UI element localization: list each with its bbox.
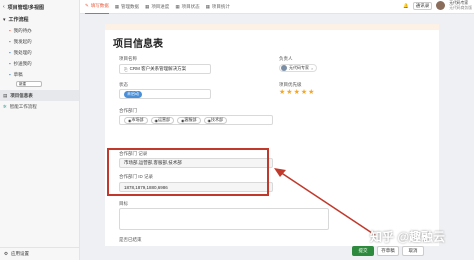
gear-icon: ⚙ — [4, 251, 9, 256]
add-button[interactable]: 新建 — [16, 81, 42, 87]
section-title: 工作流程 — [8, 17, 29, 23]
grid-icon: ▦ — [205, 3, 210, 9]
link-icon: ⎘ — [124, 66, 128, 72]
draft-icon: ▪ — [9, 72, 11, 77]
status-select[interactable]: 未启动 — [119, 89, 211, 99]
inbox-icon: ▪ — [9, 28, 11, 33]
app-title: 项目管理/多视图 — [7, 4, 45, 11]
status-label: 状态 — [119, 82, 128, 87]
tab-manage-data[interactable]: ▦ 管理数据 — [115, 4, 139, 10]
annotation-arrow — [274, 168, 376, 236]
card-header-strip — [105, 24, 439, 30]
workflow-icon: ✲ — [3, 103, 7, 109]
dept-tag: ◉ 市场部 — [124, 116, 148, 124]
form-actions: 提交 存草稿 取消 — [352, 246, 424, 256]
owner-chip[interactable]: 无代码专家 × — [279, 64, 318, 72]
bell-icon[interactable]: 🔔 — [403, 3, 409, 9]
sidebar-item-handled[interactable]: ▪ 我处理的 — [0, 47, 79, 58]
user-plan: 无代码商务版 — [449, 5, 472, 10]
dept-tag: ◉ 客服部 — [177, 116, 201, 124]
user-info: 无代码专家 无代码商务版 — [449, 1, 472, 10]
sidebar: ‹ 项目管理/多视图 ▾ 工作流程 ▪ 我的待办 ▪ 我发起的 ▪ 我处理的 ▪ 抄送我… — [0, 0, 80, 260]
send-icon: ▪ — [9, 39, 11, 44]
dept-select[interactable]: ◉ 市场部 ◉ 运营部 ◉ 客服部 ◉ 技术部 — [119, 115, 273, 125]
check-icon: ▪ — [9, 50, 11, 55]
star-icon[interactable]: ★ — [301, 88, 307, 96]
cancel-button[interactable]: 取消 — [402, 246, 424, 256]
tab-fill-data[interactable]: ✎ 填写数据 — [85, 0, 109, 14]
tab-progress[interactable]: ▦ 项目进度 — [145, 4, 169, 10]
edit-icon: ✎ — [85, 3, 89, 8]
star-icon[interactable]: ★ — [279, 88, 285, 96]
back-icon[interactable]: ‹ — [3, 4, 5, 10]
star-icon[interactable]: ★ — [286, 88, 292, 96]
sidebar-header: ‹ 项目管理/多视图 — [0, 0, 79, 14]
app-settings[interactable]: ⚙ 应用设置 — [0, 247, 80, 260]
grid-icon: ▦ — [175, 3, 180, 9]
sidebar-item-draft[interactable]: ▪ 草稿 — [0, 69, 79, 80]
table-icon: ▤ — [3, 92, 8, 98]
grid-icon: ▦ — [145, 3, 150, 9]
page-title: 项目信息表 — [113, 39, 163, 50]
avatar[interactable] — [436, 1, 446, 10]
sidebar-item-todo[interactable]: ▪ 我的待办 — [0, 25, 79, 36]
owner-label: 负责人 — [279, 56, 293, 61]
ended-label: 是否已结束 — [119, 237, 142, 242]
topbar: ✎ 填写数据 ▦ 管理数据 ▦ 项目进度 ▦ 项目状态 ▦ 项目统计 🔔 通讯录 无代码专… — [80, 0, 474, 14]
project-name-label: 项目名称 — [119, 56, 137, 61]
workflow-section[interactable]: ▾ 工作流程 — [0, 14, 79, 25]
watermark: 知乎 @趣融云 — [370, 230, 446, 244]
sidebar-item-cc[interactable]: ▪ 抄送我的 — [0, 58, 79, 69]
topbar-right: 🔔 通讯录 无代码专家 无代码商务版 — [403, 1, 472, 10]
dept-label: 合作部门 — [119, 108, 137, 113]
submit-button[interactable]: 提交 — [352, 246, 374, 256]
sidebar-item-smart-workflow[interactable]: ✲ 智能工作流程 — [0, 101, 79, 112]
close-icon[interactable]: × — [311, 66, 313, 71]
priority-rating[interactable]: ★ ★ ★ ★ ★ — [279, 88, 314, 96]
avatar — [281, 65, 287, 71]
sidebar-item-project-table[interactable]: ▤ 项目信息表 — [0, 90, 79, 101]
status-badge: 未启动 — [124, 90, 142, 98]
goal-label: 目标 — [119, 201, 128, 206]
star-icon[interactable]: ★ — [294, 88, 300, 96]
sidebar-item-initiated[interactable]: ▪ 我发起的 — [0, 36, 79, 47]
cc-icon: ▪ — [9, 61, 11, 66]
save-draft-button[interactable]: 存草稿 — [377, 246, 399, 256]
highlight-box — [107, 148, 269, 196]
chevron-down-icon: ▾ — [3, 16, 6, 23]
contacts-button[interactable]: 通讯录 — [412, 1, 433, 10]
star-icon[interactable]: ★ — [308, 88, 314, 96]
project-name-field[interactable]: ⎘ CRM 客户关系管理解决方案 — [119, 64, 211, 74]
grid-icon: ▦ — [114, 3, 120, 9]
dept-tag: ◉ 技术部 — [203, 116, 227, 124]
tab-stats[interactable]: ▦ 项目统计 — [206, 4, 230, 10]
dept-tag: ◉ 运营部 — [150, 116, 174, 124]
tab-status[interactable]: ▦ 项目状态 — [175, 4, 199, 10]
